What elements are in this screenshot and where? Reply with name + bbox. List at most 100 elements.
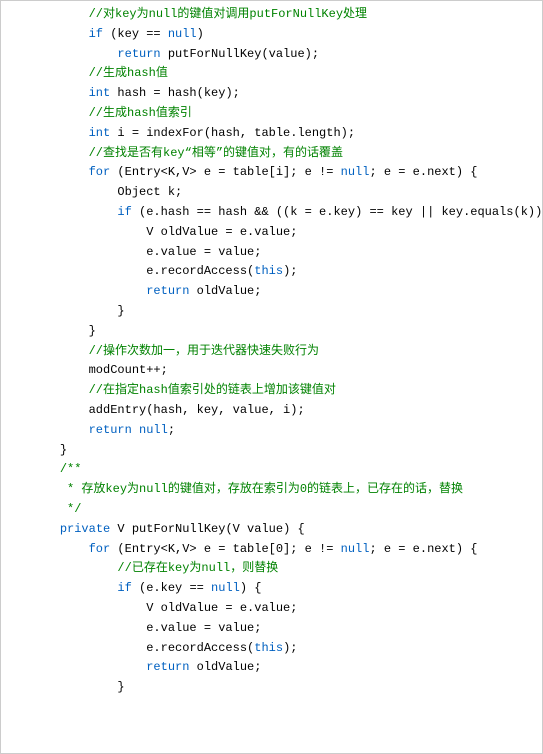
code-line: if (e.key == null) { (1, 579, 542, 599)
code-text: } (89, 324, 96, 338)
indent (31, 126, 89, 140)
indent (31, 225, 146, 239)
code-text: V oldValue = e.value; (146, 601, 297, 615)
code-line: return oldValue; (1, 658, 542, 678)
keyword-text: null (168, 27, 197, 41)
keyword-text: this (254, 264, 283, 278)
comment-text: //操作次数加一，用于迭代器快速失败行为 (89, 344, 319, 358)
code-line: //生成hash值索引 (1, 104, 542, 124)
keyword-text: return (146, 660, 189, 674)
code-text: oldValue; (189, 284, 261, 298)
code-line: //对key为null的键值对调用putForNullKey处理 (1, 5, 542, 25)
indent (31, 641, 146, 655)
indent (31, 304, 117, 318)
code-line: if (key == null) (1, 25, 542, 45)
indent (31, 205, 117, 219)
code-line: e.recordAccess(this); (1, 262, 542, 282)
indent (31, 581, 117, 595)
indent (31, 561, 117, 575)
comment-text: //已存在key为null，则替换 (117, 561, 278, 575)
indent (31, 660, 146, 674)
code-line: //操作次数加一，用于迭代器快速失败行为 (1, 342, 542, 362)
comment-text: //生成hash值索引 (89, 106, 192, 120)
code-text (132, 423, 139, 437)
code-line: */ (1, 500, 542, 520)
keyword-text: if (89, 27, 103, 41)
keyword-text: null (341, 165, 370, 179)
comment-text: //在指定hash值索引处的链表上增加该键值对 (89, 383, 336, 397)
indent (31, 106, 89, 120)
code-text: oldValue; (189, 660, 261, 674)
code-line: int i = indexFor(hash, table.length); (1, 124, 542, 144)
code-line: //查找是否有key“相等”的键值对，有的话覆盖 (1, 144, 542, 164)
code-line: } (1, 302, 542, 322)
comment-text: */ (60, 502, 82, 516)
code-line: return null; (1, 421, 542, 441)
code-line: V oldValue = e.value; (1, 599, 542, 619)
indent (31, 383, 89, 397)
code-line: } (1, 322, 542, 342)
code-block: //对key为null的键值对调用putForNullKey处理 if (key… (0, 0, 543, 754)
indent (31, 502, 60, 516)
code-line: } (1, 678, 542, 698)
code-text: ; (168, 423, 175, 437)
indent (31, 363, 89, 377)
code-line: //在指定hash值索引处的链表上增加该键值对 (1, 381, 542, 401)
code-text: } (60, 443, 67, 457)
code-line: //生成hash值 (1, 64, 542, 84)
code-line: return putForNullKey(value); (1, 45, 542, 65)
code-line: e.value = value; (1, 243, 542, 263)
indent (31, 146, 89, 160)
code-text: (Entry<K,V> e = table[i]; e != (110, 165, 340, 179)
code-text: (e.hash == hash && ((k = e.key) == key |… (132, 205, 543, 219)
indent (31, 621, 146, 635)
code-line: return oldValue; (1, 282, 542, 302)
code-text: ) (197, 27, 204, 41)
code-text: e.recordAccess( (146, 264, 254, 278)
code-text: e.value = value; (146, 245, 261, 259)
indent (31, 462, 60, 476)
indent (31, 542, 89, 556)
indent (31, 66, 89, 80)
code-line: modCount++; (1, 361, 542, 381)
code-line: e.recordAccess(this); (1, 639, 542, 659)
code-text: ; e = e.next) { (369, 165, 477, 179)
keyword-text: return (146, 284, 189, 298)
keyword-text: if (117, 205, 131, 219)
keyword-text: int (89, 126, 111, 140)
code-line: int hash = hash(key); (1, 84, 542, 104)
code-text: V oldValue = e.value; (146, 225, 297, 239)
code-text: modCount++; (89, 363, 168, 377)
code-text: ); (283, 264, 297, 278)
comment-text: //生成hash值 (89, 66, 168, 80)
code-text: (key == (103, 27, 168, 41)
keyword-text: for (89, 542, 111, 556)
keyword-text: this (254, 641, 283, 655)
code-line: if (e.hash == hash && ((k = e.key) == ke… (1, 203, 542, 223)
keyword-text: int (89, 86, 111, 100)
indent (31, 680, 117, 694)
keyword-text: for (89, 165, 111, 179)
code-line: /** (1, 460, 542, 480)
code-text: Object k; (117, 185, 182, 199)
keyword-text: if (117, 581, 131, 595)
code-text: ) { (240, 581, 262, 595)
code-text: } (117, 304, 124, 318)
code-text: (e.key == (132, 581, 211, 595)
code-text: ; e = e.next) { (369, 542, 477, 556)
code-line: Object k; (1, 183, 542, 203)
keyword-text: null (341, 542, 370, 556)
code-text: addEntry(hash, key, value, i); (89, 403, 305, 417)
indent (31, 324, 89, 338)
keyword-text: return (117, 47, 160, 61)
code-line: } (1, 441, 542, 461)
comment-text: //查找是否有key“相等”的键值对，有的话覆盖 (89, 146, 343, 160)
comment-text: //对key为null的键值对调用putForNullKey处理 (89, 7, 367, 21)
indent (31, 344, 89, 358)
keyword-text: null (139, 423, 168, 437)
indent (31, 264, 146, 278)
code-line: addEntry(hash, key, value, i); (1, 401, 542, 421)
indent (31, 165, 89, 179)
indent (31, 403, 89, 417)
indent (31, 47, 117, 61)
